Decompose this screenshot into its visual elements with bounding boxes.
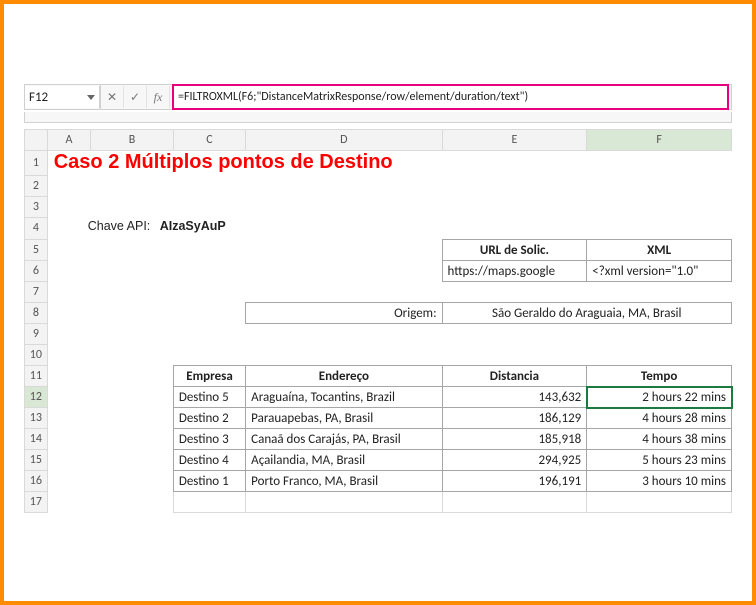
col-tempo: Tempo (587, 366, 731, 386)
name-box[interactable]: F12 (25, 86, 100, 108)
col-header[interactable]: D (246, 130, 442, 151)
url-value[interactable]: https://maps.google (443, 261, 587, 281)
cell-distancia[interactable]: 185,918 (443, 429, 587, 449)
name-box-value: F12 (29, 90, 48, 105)
url-header: URL de Solic. (443, 240, 587, 260)
origin-label: Origem: (246, 303, 441, 323)
row-header[interactable]: 13 (25, 408, 48, 429)
formula-bar: F12 ✕ ✓ fx =FILTROXML(F6;"DistanceMatrix… (24, 84, 732, 110)
col-header[interactable]: B (91, 130, 174, 151)
row-header[interactable]: 1 (25, 151, 48, 176)
formula-text: =FILTROXML(F6;"DistanceMatrixResponse/ro… (178, 90, 528, 104)
row-header[interactable]: 4 (25, 217, 48, 240)
row-header[interactable]: 14 (25, 429, 48, 450)
cancel-icon[interactable]: ✕ (101, 86, 124, 108)
cell-endereco[interactable]: Parauapebas, PA, Brasil (246, 408, 441, 428)
cell-tempo[interactable]: 5 hours 23 mins (587, 450, 731, 470)
row-header[interactable]: 6 (25, 261, 48, 282)
cell-empresa[interactable]: Destino 1 (174, 471, 245, 491)
row-header[interactable]: 11 (25, 366, 48, 387)
cell-distancia[interactable]: 196,191 (443, 471, 587, 491)
cell-empresa[interactable]: Destino 5 (174, 387, 245, 407)
row-header[interactable]: 9 (25, 324, 48, 345)
cell-empresa[interactable]: Destino 3 (174, 429, 245, 449)
col-header[interactable]: E (442, 130, 587, 151)
api-key-value: AIzaSyAuP (160, 219, 226, 233)
cell-tempo[interactable]: 3 hours 10 mins (587, 471, 731, 491)
cell-distancia[interactable]: 143,632 (443, 387, 587, 407)
accept-icon[interactable]: ✓ (124, 86, 147, 108)
select-all-corner[interactable] (25, 130, 48, 151)
cell-distancia[interactable]: 294,925 (443, 450, 587, 470)
row-header[interactable]: 8 (25, 303, 48, 324)
row-header[interactable]: 7 (25, 282, 48, 303)
app-frame: F12 ✕ ✓ fx =FILTROXML(F6;"DistanceMatrix… (0, 0, 756, 605)
cell-endereco[interactable]: Porto Franco, MA, Brasil (246, 471, 441, 491)
chevron-down-icon[interactable] (87, 95, 95, 100)
row-header[interactable]: 15 (25, 450, 48, 471)
cell-tempo[interactable]: 4 hours 28 mins (587, 408, 731, 428)
cell-empresa[interactable]: Destino 4 (174, 450, 245, 470)
col-empresa: Empresa (174, 366, 245, 386)
row-header[interactable]: 5 (25, 240, 48, 261)
formula-expand-bar[interactable] (24, 112, 732, 123)
fx-icon[interactable]: fx (147, 86, 170, 108)
cell-endereco[interactable]: Açailandia, MA, Brasil (246, 450, 441, 470)
origin-value[interactable]: São Geraldo do Araguaia, MA, Brasil (443, 303, 731, 323)
col-header[interactable]: C (173, 130, 245, 151)
api-key-label: Chave API: (88, 219, 151, 233)
row-header[interactable]: 17 (25, 492, 48, 513)
page-title: Caso 2 Múltiplos pontos de Destino (54, 151, 393, 174)
row-header[interactable]: 10 (25, 345, 48, 366)
col-header[interactable]: F (587, 130, 732, 151)
row-header[interactable]: 12 (25, 387, 48, 408)
worksheet[interactable]: A B C D E F 1 Caso 2 Múltiplos pontos de… (24, 129, 732, 513)
col-distancia: Distancia (443, 366, 587, 386)
row-header[interactable]: 16 (25, 471, 48, 492)
cell-tempo[interactable]: 4 hours 38 mins (587, 429, 731, 449)
row-header[interactable]: 2 (25, 175, 48, 196)
xml-header: XML (587, 240, 731, 260)
column-header-row: A B C D E F (25, 130, 732, 151)
xml-value[interactable]: <?xml version="1.0" (587, 261, 731, 281)
formula-input[interactable]: =FILTROXML(F6;"DistanceMatrixResponse/ro… (172, 84, 729, 110)
cell-distancia[interactable]: 186,129 (443, 408, 587, 428)
cell-endereco[interactable]: Araguaína, Tocantins, Brazil (246, 387, 441, 407)
cell-empresa[interactable]: Destino 2 (174, 408, 245, 428)
cell-tempo-selected[interactable]: 2 hours 22 mins (587, 387, 731, 407)
col-endereco: Endereço (246, 366, 441, 386)
col-header[interactable]: A (47, 130, 90, 151)
cell-endereco[interactable]: Canaã dos Carajás, PA, Brasil (246, 429, 441, 449)
row-header[interactable]: 3 (25, 196, 48, 217)
